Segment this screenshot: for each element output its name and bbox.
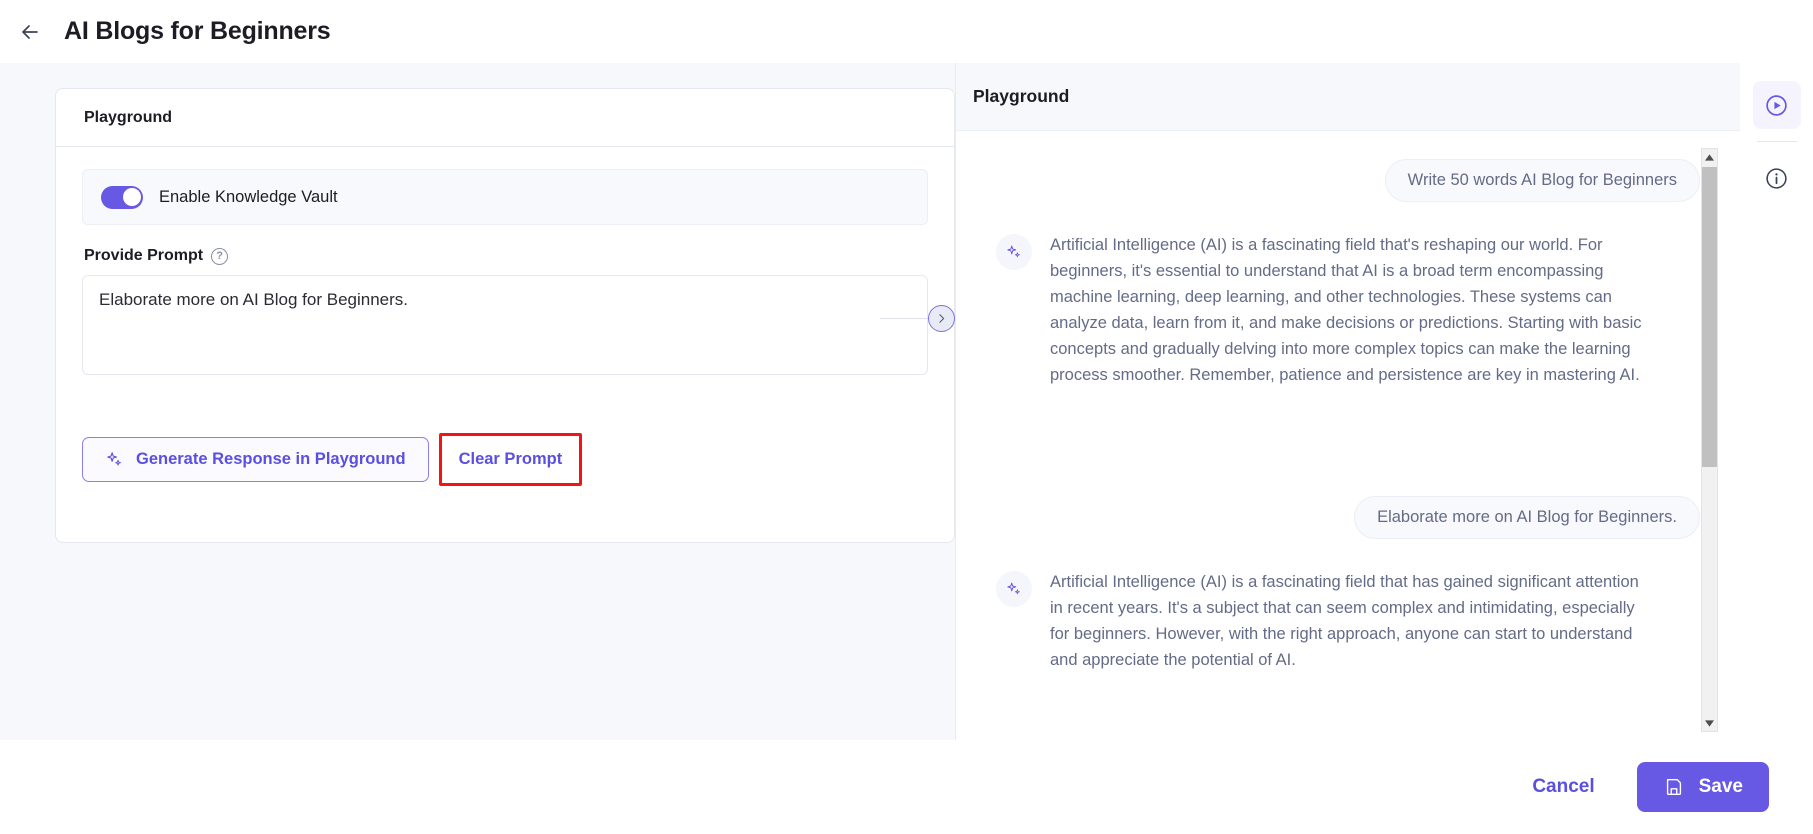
right-rail <box>1740 63 1813 740</box>
page-title: AI Blogs for Beginners <box>64 17 331 45</box>
knowledge-vault-row: Enable Knowledge Vault <box>82 169 928 225</box>
playground-settings-card: Playground Enable Knowledge Vault Provid… <box>55 88 955 543</box>
chevron-right-icon <box>939 314 945 323</box>
caret-up-icon <box>1705 153 1714 161</box>
enable-knowledge-vault-toggle[interactable] <box>101 185 143 209</box>
generate-response-button[interactable]: Generate Response in Playground <box>82 437 429 482</box>
sparkle-icon <box>107 452 121 466</box>
top-bar: AI Blogs for Beginners <box>0 0 1813 63</box>
user-message-bubble: Write 50 words AI Blog for Beginners <box>1384 159 1700 202</box>
card-title: Playground <box>84 108 173 126</box>
card-body: Enable Knowledge Vault Provide Prompt ? … <box>56 147 954 486</box>
clear-prompt-button[interactable]: Clear Prompt <box>442 437 579 482</box>
chat-spacer <box>996 418 1700 496</box>
chat-message-assistant: Artificial Intelligence (AI) is a fascin… <box>996 232 1700 388</box>
caret-down-icon <box>1705 719 1714 727</box>
playground-title: Playground <box>973 86 1070 106</box>
provide-prompt-label-row: Provide Prompt ? <box>84 247 928 265</box>
prompt-input[interactable]: Elaborate more on AI Blog for Beginners. <box>82 275 928 375</box>
playground-header: Playground <box>956 63 1740 131</box>
sparkle-icon <box>1007 245 1020 258</box>
content-area: Playground Enable Knowledge Vault Provid… <box>0 63 1813 740</box>
cancel-label: Cancel <box>1532 776 1595 797</box>
rail-divider <box>1756 141 1797 142</box>
back-button[interactable] <box>8 10 52 54</box>
rail-item-info[interactable] <box>1753 154 1801 202</box>
clear-prompt-label: Clear Prompt <box>458 450 563 468</box>
assistant-avatar <box>996 571 1032 607</box>
save-button[interactable]: Save <box>1636 762 1769 812</box>
footer-bar: Cancel Save <box>0 740 1813 834</box>
enable-knowledge-vault-label: Enable Knowledge Vault <box>159 187 338 206</box>
rail-item-playground[interactable] <box>1752 81 1801 129</box>
playground-chat-body: Write 50 words AI Blog for Beginners Art… <box>956 131 1740 740</box>
collapse-connector <box>880 318 930 319</box>
info-circle-icon <box>1766 167 1787 189</box>
chat-message-user: Write 50 words AI Blog for Beginners <box>996 159 1700 202</box>
cancel-button[interactable]: Cancel <box>1518 768 1608 806</box>
clear-prompt-highlight: Clear Prompt <box>438 433 583 486</box>
action-button-row: Generate Response in Playground Clear Pr… <box>82 433 928 486</box>
assistant-avatar <box>996 234 1032 270</box>
arrow-left-icon <box>22 24 38 39</box>
assistant-message-text: Artificial Intelligence (AI) is a fascin… <box>1050 236 1642 384</box>
scroll-up-arrow[interactable] <box>1702 149 1717 165</box>
play-circle-icon <box>1766 94 1787 116</box>
chat-message-assistant: Artificial Intelligence (AI) is a fascin… <box>996 569 1700 673</box>
scroll-down-arrow[interactable] <box>1702 715 1717 731</box>
scrollbar-thumb[interactable] <box>1702 167 1717 467</box>
generate-response-label: Generate Response in Playground <box>136 450 406 468</box>
chat-message-user: Elaborate more on AI Blog for Beginners. <box>996 496 1700 539</box>
playground-panel: Playground Write 50 words AI Blog for Be… <box>955 63 1740 740</box>
assistant-message-text: Artificial Intelligence (AI) is a fascin… <box>1050 573 1639 669</box>
collapse-panel-button[interactable] <box>928 305 955 332</box>
question-circle-icon[interactable]: ? <box>211 247 229 265</box>
app-root: AI Blogs for Beginners Playground Enable… <box>0 0 1813 834</box>
sparkle-icon <box>1007 582 1020 595</box>
user-message-bubble: Elaborate more on AI Blog for Beginners. <box>1354 496 1700 539</box>
card-header: Playground <box>56 89 954 147</box>
provide-prompt-label: Provide Prompt <box>84 247 204 264</box>
toggle-knob <box>122 188 141 206</box>
save-label: Save <box>1698 776 1743 797</box>
scrollbar-track[interactable] <box>1702 165 1717 715</box>
chat-scrollbar[interactable] <box>1701 148 1718 732</box>
save-disk-icon <box>1666 778 1681 796</box>
